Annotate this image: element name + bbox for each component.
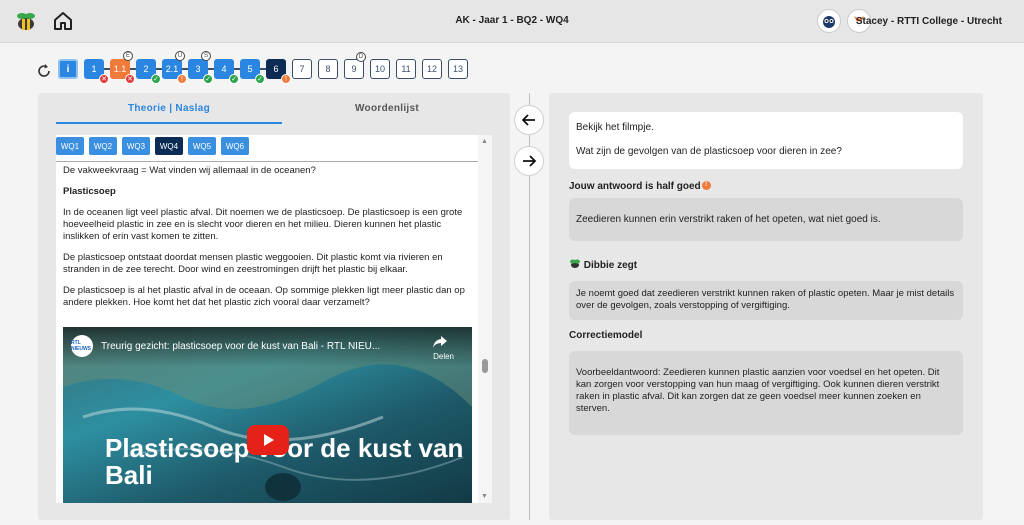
rtl-nieuws-logo: RTL NIEUWS — [71, 335, 93, 357]
wq-button-4[interactable]: WQ4 — [155, 137, 183, 155]
step-button-11[interactable]: 11 — [396, 59, 416, 79]
step-button-3[interactable]: 3 ✓ S — [188, 51, 213, 84]
video-title[interactable]: Treurig gezicht: plasticsoep voor de kus… — [101, 341, 391, 352]
scroll-up-icon[interactable]: ▲ — [481, 138, 488, 145]
partial-badge-icon: ! — [177, 74, 187, 84]
step-label: 1.1 — [113, 64, 127, 74]
next-button[interactable] — [514, 146, 544, 176]
step-label: 3 — [195, 64, 201, 74]
theory-text: De vakweekvraag = Wat vinden wij allemaa… — [63, 165, 473, 318]
question-panel: Bekijk het filmpje. Wat zijn de gevolgen… — [549, 93, 983, 520]
partial-badge-icon: ! — [281, 74, 291, 84]
step-button-10[interactable]: 10 — [370, 59, 390, 79]
top-bar: AK - Jaar 1 - BQ2 - WQ4 Stacey - RTTI Co… — [0, 0, 1024, 43]
share-icon[interactable] — [432, 335, 448, 349]
owl-icon — [823, 16, 835, 28]
question-instruction: Bekijk het filmpje. — [576, 122, 654, 133]
scrollbar-thumb[interactable] — [482, 359, 488, 373]
step-button-12[interactable]: 12 — [422, 59, 442, 79]
question-text: Wat zijn de gevolgen van de plasticsoep … — [576, 146, 842, 157]
correction-model: Voorbeeldantwoord: Zeedieren kunnen plas… — [569, 351, 963, 435]
scrollbar[interactable]: ▲ ▼ — [478, 135, 492, 503]
paragraph-2: De plasticsoep ontstaat doordat mensen p… — [63, 252, 443, 275]
info-icon: i — [66, 63, 70, 75]
arrow-left-icon — [522, 114, 535, 126]
step-button-9[interactable]: 9D — [344, 52, 366, 79]
student-answer: Zeedieren kunnen erin verstrikt raken of… — [569, 198, 963, 241]
intro-text: De vakweekvraag = Wat vinden wij allemaa… — [63, 165, 316, 176]
step-button-4[interactable]: 4 ✓ — [214, 59, 239, 84]
wq-button-2[interactable]: WQ2 — [89, 137, 117, 155]
step-label: 8 — [325, 64, 331, 74]
share-label[interactable]: Delen — [433, 352, 454, 361]
play-icon — [264, 434, 274, 446]
section-heading: Plasticsoep — [63, 186, 116, 197]
theory-content[interactable]: WQ1 WQ2 WQ3 WQ4 WQ5 WQ6 De vakweekvraag … — [56, 135, 492, 503]
step-button-5[interactable]: 5 ✓ — [240, 59, 265, 84]
wq-button-1[interactable]: WQ1 — [56, 137, 84, 155]
info-step-button[interactable]: i — [58, 59, 78, 79]
step-button-6[interactable]: 6! — [266, 59, 291, 84]
tab-woordenlijst[interactable]: Woordenlijst — [282, 103, 492, 114]
check-badge-icon: ✓ — [229, 74, 239, 84]
check-badge-icon: ✓ — [255, 74, 265, 84]
step-marker: S — [201, 51, 211, 61]
step-button-1[interactable]: 1 ✕ — [84, 59, 109, 84]
paragraph-1: In de oceanen ligt veel plastic afval. D… — [63, 207, 463, 242]
wq-button-3[interactable]: WQ3 — [122, 137, 150, 155]
step-button-8[interactable]: 8 — [318, 59, 338, 79]
bee-icon — [570, 259, 580, 268]
step-button-2-1[interactable]: 2.1! U — [162, 51, 187, 84]
step-label: 9 — [351, 64, 357, 74]
answer-heading: Jouw antwoord is half goed! — [569, 181, 711, 192]
step-label: 2.1 — [165, 64, 179, 74]
divider — [56, 161, 478, 162]
scroll-down-icon[interactable]: ▼ — [481, 493, 488, 500]
step-label: 2 — [143, 64, 149, 74]
correction-heading: Correctiemodel — [569, 330, 643, 341]
answer-heading-text: Jouw antwoord is half goed — [569, 181, 701, 192]
dibbie-feedback: Je noemt goed dat zeedieren verstrikt ku… — [569, 281, 963, 320]
video-player[interactable]: RTL NIEUWS Treurig gezicht: plasticsoep … — [63, 327, 472, 503]
step-label: 1 — [91, 64, 97, 74]
tab-theorie[interactable]: Theorie | Naslag — [56, 103, 282, 114]
step-button-1-1[interactable]: 1.1 ✕ E — [110, 51, 135, 84]
alert-icon: ! — [701, 181, 711, 190]
dibbie-heading-text: Dibbie zegt — [583, 260, 638, 271]
step-marker: U — [175, 51, 185, 61]
step-label: 7 — [299, 64, 305, 74]
step-button-13[interactable]: 13 — [448, 59, 468, 79]
step-label: 10 — [374, 64, 385, 74]
paragraph-3: De plasticsoep is al het plastic afval i… — [63, 285, 465, 308]
step-label: 13 — [452, 64, 463, 74]
previous-button[interactable] — [514, 105, 544, 135]
step-label: 4 — [221, 64, 227, 74]
refresh-icon[interactable] — [36, 63, 52, 79]
wq-button-5[interactable]: WQ5 — [188, 137, 216, 155]
wq-buttons: WQ1 WQ2 WQ3 WQ4 WQ5 WQ6 — [56, 135, 478, 159]
play-button[interactable] — [247, 425, 289, 455]
check-badge-icon: ✓ — [151, 74, 161, 84]
step-marker: E — [123, 51, 133, 61]
step-button-7[interactable]: 7 — [292, 59, 312, 79]
wq-button-6[interactable]: WQ6 — [221, 137, 249, 155]
theory-panel: Theorie | Naslag Woordenlijst WQ1 WQ2 WQ… — [38, 93, 510, 520]
step-label: 6 — [273, 64, 279, 74]
cross-badge-icon: ✕ — [99, 74, 109, 84]
cross-badge-icon: ✕ — [125, 74, 135, 84]
arrow-right-icon — [523, 155, 536, 167]
step-label: 12 — [426, 64, 437, 74]
tab-bar: Theorie | Naslag Woordenlijst — [56, 97, 492, 125]
dibbie-heading: Dibbie zegt — [569, 259, 637, 271]
check-badge-icon: ✓ — [203, 74, 213, 84]
tab-active-indicator — [56, 122, 282, 124]
question-card: Bekijk het filmpje. Wat zijn de gevolgen… — [569, 112, 963, 169]
step-label: 5 — [247, 64, 253, 74]
user-name: Stacey - RTTI College - Utrecht — [855, 16, 1002, 27]
owl-avatar[interactable] — [817, 9, 841, 33]
step-marker: D — [356, 52, 366, 62]
step-button-2[interactable]: 2 ✓ — [136, 59, 161, 84]
question-stepper: i 1 ✕ 1.1 ✕ E 2 ✓ 2.1! U 3 ✓ S 4 ✓ 5 ✓ 6! 7 8 9 D 10 11 12 13 — [36, 51, 476, 84]
step-label: 11 — [401, 64, 411, 74]
